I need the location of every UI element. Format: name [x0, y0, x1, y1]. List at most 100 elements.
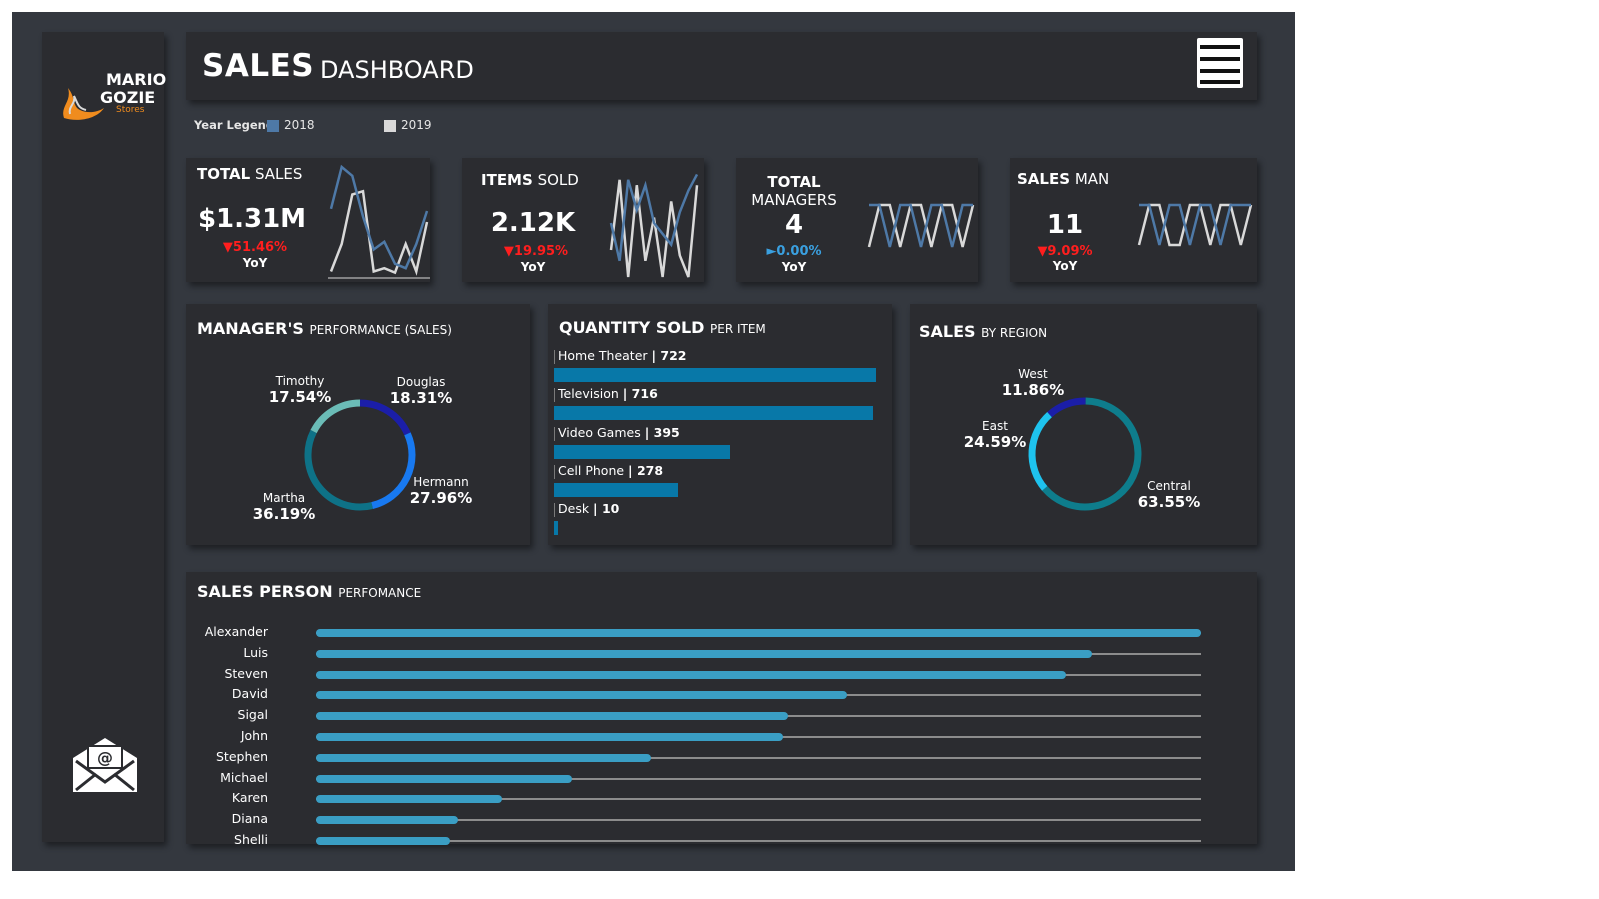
salesperson-name: Luis	[243, 644, 268, 660]
sales-sparkline	[328, 164, 430, 279]
salesperson-bar-diana[interactable]	[316, 816, 459, 825]
bar-cell-phone[interactable]	[554, 482, 678, 497]
manager-performance-panel: MANAGER'S PERFORMANCE (SALES) Douglas 18.…	[186, 304, 530, 545]
salesperson-bar-karen[interactable]	[316, 795, 502, 804]
bar-axis-tick	[554, 503, 555, 518]
salesperson-name: David	[231, 686, 268, 702]
managers-sparkline	[867, 203, 975, 248]
salesperson-bar-john[interactable]	[316, 733, 784, 741]
sidebar: MARIO GOZIE Stores @	[42, 32, 166, 842]
bar-label: Cell Phone | 278	[558, 462, 664, 478]
donut-hole	[311, 406, 409, 504]
brand-name-line1: MARIO	[106, 70, 167, 89]
svg-text:@: @	[97, 748, 113, 767]
salesperson-name: Steven	[224, 665, 268, 681]
sparkline-2018	[869, 203, 973, 248]
bar-axis-tick	[554, 388, 555, 403]
donut-hole	[1035, 404, 1135, 504]
flame-icon	[63, 88, 104, 120]
year-legend-label: Year Legend	[194, 118, 275, 132]
bar-desk[interactable]	[554, 521, 559, 536]
region-panel: SALES BY REGION West 11.86% Central 63.55% E…	[910, 304, 1257, 545]
salesperson-name: Shelli	[234, 832, 268, 847]
brand-logo[interactable]: MARIO GOZIE Stores	[58, 62, 166, 122]
slice-label: East	[982, 419, 1008, 433]
legend-swatch-2018	[267, 120, 279, 132]
sparkline-2018	[1139, 203, 1251, 246]
bar-television[interactable]	[554, 406, 874, 421]
kpi-title: TOTAL	[767, 173, 821, 191]
salesperson-name: Alexander	[204, 624, 268, 639]
quantity-bar-chart: Home Theater | 722 Television | 716 Video …	[548, 304, 892, 545]
page-title: SALES	[202, 48, 315, 84]
kpi-change: ►0.00%	[766, 244, 822, 259]
salesperson-bar-shelli[interactable]	[316, 837, 450, 845]
dashboard-frame: MARIO GOZIE Stores @ SALES DASHBOARD Yea…	[12, 12, 1295, 871]
slice-value: 63.55%	[1138, 493, 1200, 511]
header-bar: SALES DASHBOARD	[186, 32, 1257, 100]
bar-axis-tick	[554, 350, 555, 364]
kpi-yoy-label: YoY	[1052, 259, 1078, 273]
salesperson-bar-steven[interactable]	[316, 670, 1067, 679]
bar-label: Desk | 10	[558, 501, 620, 517]
salesman-sparkline	[1137, 203, 1253, 247]
region-donut-chart: West11.86% Central63.55% East24.59%	[964, 367, 1200, 511]
salesperson-bar-chart: Alexander Luis Steven David Sigal John Stephen…	[186, 572, 1257, 847]
kpi-value: 11	[1046, 210, 1084, 240]
slice-label: Central	[1147, 479, 1191, 493]
bar-label: Television | 716	[558, 386, 658, 402]
manager-donut-chart: Douglas18.31% Hermann27.96% Martha36.19% Ti…	[253, 374, 472, 523]
slice-label: Hermann	[413, 475, 468, 489]
salesperson-bar-sigal[interactable]	[316, 712, 788, 721]
kpi-change: ▼51.46%	[222, 240, 288, 255]
salesperson-bar-david[interactable]	[316, 691, 847, 700]
kpi-title: SALES	[1017, 170, 1071, 188]
bar-label: Video Games | 395	[558, 424, 680, 440]
kpi-value: 4	[784, 210, 804, 240]
legend-2019: 2019	[401, 118, 432, 132]
slice-label: Timothy	[275, 374, 325, 388]
salesperson-bar-alexander[interactable]	[316, 629, 1201, 637]
salesperson-name: Michael	[220, 769, 268, 785]
slice-value: 17.54%	[269, 388, 331, 406]
kpi-value: 2.12K	[490, 208, 576, 238]
kpi-value: $1.31M	[197, 204, 307, 234]
page-title-suffix: DASHBOARD	[320, 56, 474, 84]
bar-home-theater[interactable]	[554, 368, 876, 382]
slice-value: 11.86%	[1002, 381, 1064, 399]
items-sparkline	[609, 173, 699, 278]
menu-button[interactable]	[1197, 38, 1243, 88]
kpi-sales-man: SALES MAN 11 ▼9.09% YoY	[1010, 158, 1257, 282]
legend-swatch-2019	[384, 120, 396, 132]
email-icon[interactable]: @	[70, 736, 140, 796]
kpi-title: TOTAL	[197, 165, 251, 183]
kpi-yoy-label: YoY	[781, 260, 807, 274]
slice-label: Douglas	[397, 375, 446, 389]
kpi-yoy-label: YoY	[242, 256, 268, 270]
sparkline-2018	[329, 164, 429, 270]
quantity-sold-panel: QUANTITY SOLD PER ITEM Home Theater | 72…	[548, 304, 892, 545]
salesperson-name: Diana	[231, 811, 268, 827]
hamburger-icon	[1200, 45, 1240, 49]
bar-axis-tick	[554, 426, 555, 441]
slice-label: West	[1018, 367, 1048, 381]
salesperson-name: Karen	[231, 790, 268, 806]
bar-video-games[interactable]	[554, 444, 731, 459]
kpi-title: ITEMS	[481, 171, 533, 189]
brand-subtitle: Stores	[116, 105, 145, 115]
salesperson-name: Stephen	[216, 748, 268, 764]
slice-value: 36.19%	[253, 505, 315, 523]
slice-label: Martha	[263, 491, 305, 505]
kpi-subtitle: MANAGERS	[751, 191, 837, 209]
kpi-items-sold: ITEMS SOLD 2.12K ▼19.95% YoY	[462, 158, 704, 282]
slice-value: 27.96%	[410, 489, 472, 507]
kpi-yoy-label: YoY	[520, 260, 546, 274]
bar-label: Home Theater | 722	[558, 348, 687, 363]
salesperson-bar-michael[interactable]	[316, 774, 572, 783]
legend-2018: 2018	[284, 118, 315, 132]
salesperson-bar-luis[interactable]	[316, 649, 1093, 658]
slice-value: 18.31%	[390, 389, 452, 407]
kpi-change: ▼19.95%	[503, 244, 569, 259]
salesperson-name: Sigal	[237, 707, 268, 723]
salesperson-bar-stephen[interactable]	[316, 753, 651, 762]
